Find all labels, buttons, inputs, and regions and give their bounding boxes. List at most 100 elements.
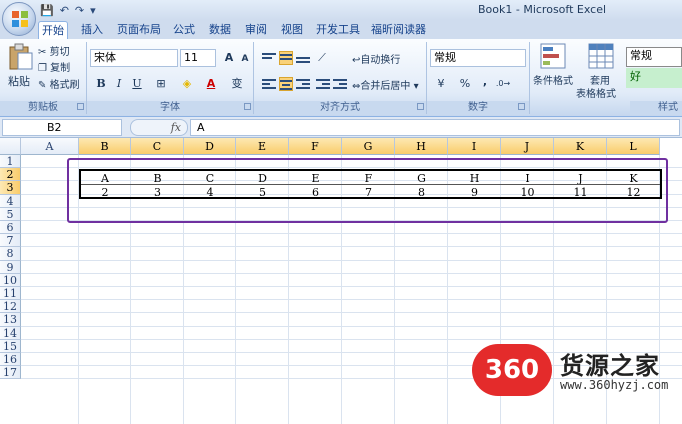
ribbon: 粘贴 ✂ 剪切 ❐ 复制 ✎ 格式刷 剪贴板 宋体 11 A A B I U ⊞… xyxy=(0,39,682,117)
row-header-2[interactable]: 2 xyxy=(0,168,21,182)
conditional-format-icon[interactable] xyxy=(540,43,566,69)
font-name-select[interactable]: 宋体 xyxy=(90,49,178,67)
comma-button[interactable]: , xyxy=(476,73,494,91)
paste-button[interactable]: 粘贴 xyxy=(8,73,30,89)
underline-button[interactable]: U xyxy=(128,75,146,93)
align-left-icon[interactable] xyxy=(262,77,276,91)
percent-button[interactable]: % xyxy=(456,75,474,93)
column-header-b[interactable]: B xyxy=(79,138,131,155)
column-header-d[interactable]: D xyxy=(184,138,236,155)
column-header-a[interactable]: A xyxy=(21,138,79,155)
grid-row-line xyxy=(21,259,682,261)
tab-home[interactable]: 开始 xyxy=(38,21,68,39)
column-header-g[interactable]: G xyxy=(342,138,395,155)
conditional-format-button[interactable]: 条件格式 xyxy=(533,72,573,87)
column-header-l[interactable]: L xyxy=(607,138,660,155)
row-header-3[interactable]: 3 xyxy=(0,181,21,195)
save-icon[interactable]: 💾 xyxy=(40,4,54,17)
paste-icon[interactable] xyxy=(8,43,34,71)
tab-review[interactable]: 审阅 xyxy=(242,21,270,39)
merge-center-button[interactable]: ⇔合并后居中 ▾ xyxy=(352,77,419,92)
row-header-16[interactable]: 16 xyxy=(0,353,21,367)
grid-row-line xyxy=(21,338,682,340)
cut-button[interactable]: ✂ 剪切 xyxy=(38,43,70,58)
table-format-button-line2[interactable]: 表格格式 xyxy=(576,85,616,100)
office-logo-icon xyxy=(12,11,28,27)
column-header-j[interactable]: J xyxy=(501,138,554,155)
alignment-dialog-launcher[interactable] xyxy=(417,103,424,110)
row-header-1[interactable]: 1 xyxy=(0,155,21,169)
undo-icon[interactable]: ↶ xyxy=(60,4,69,17)
watermark: 360 货源之家 www.360hyzj.com xyxy=(472,344,677,396)
row-header-15[interactable]: 15 xyxy=(0,339,21,353)
bold-button[interactable]: B xyxy=(92,75,110,93)
align-center-icon[interactable] xyxy=(279,77,293,91)
column-header-h[interactable]: H xyxy=(395,138,448,155)
tab-developer[interactable]: 开发工具 xyxy=(313,21,363,39)
name-box[interactable]: B2 xyxy=(2,119,122,136)
styles-group-label: 样式 xyxy=(630,101,682,115)
row-header-14[interactable]: 14 xyxy=(0,326,21,340)
grid-row-line xyxy=(21,233,682,235)
row-header-12[interactable]: 12 xyxy=(0,300,21,314)
align-right-icon[interactable] xyxy=(296,77,310,91)
tab-data[interactable]: 数据 xyxy=(206,21,234,39)
fill-color-button[interactable]: ◈ xyxy=(178,75,196,93)
column-header-k[interactable]: K xyxy=(554,138,607,155)
number-format-select[interactable]: 常规 xyxy=(430,49,526,67)
shrink-font-button[interactable]: A xyxy=(236,51,254,69)
border-icon: ⊞ xyxy=(156,77,166,90)
font-color-button[interactable]: A xyxy=(202,75,220,93)
tab-page-layout[interactable]: 页面布局 xyxy=(114,21,164,39)
tab-view[interactable]: 视图 xyxy=(278,21,306,39)
column-header-i[interactable]: I xyxy=(448,138,501,155)
column-header-f[interactable]: F xyxy=(289,138,342,155)
redo-icon[interactable]: ↷ xyxy=(75,4,84,17)
font-size-select[interactable]: 11 xyxy=(180,49,216,67)
column-header-c[interactable]: C xyxy=(131,138,184,155)
grid-row-line xyxy=(21,286,682,287)
row-header-7[interactable]: 7 xyxy=(0,234,21,248)
row-header-8[interactable]: 8 xyxy=(0,247,21,261)
row-header-6[interactable]: 6 xyxy=(0,221,21,235)
scissors-icon: ✂ xyxy=(38,47,47,58)
style-good[interactable]: 好 xyxy=(626,68,682,88)
copy-button[interactable]: ❐ 复制 xyxy=(38,59,70,74)
format-painter-button[interactable]: ✎ 格式刷 xyxy=(38,76,80,91)
currency-button[interactable]: ¥ xyxy=(432,75,450,93)
decrease-indent-icon[interactable] xyxy=(316,77,330,91)
increase-indent-icon[interactable] xyxy=(333,77,347,91)
office-button[interactable] xyxy=(2,2,36,36)
row-header-5[interactable]: 5 xyxy=(0,207,21,221)
align-top-icon[interactable] xyxy=(262,51,276,65)
style-normal[interactable]: 常规 xyxy=(626,47,682,67)
quick-access-toolbar: 💾 ↶ ↷ ▾ xyxy=(40,3,96,18)
row-header-13[interactable]: 13 xyxy=(0,313,21,327)
font-dialog-launcher[interactable] xyxy=(244,103,251,110)
phonetic-button[interactable]: 变 xyxy=(228,75,246,93)
qat-menu-icon[interactable]: ▾ xyxy=(90,4,96,17)
merge-center-label: 合并后居中 xyxy=(360,81,411,92)
number-dialog-launcher[interactable] xyxy=(518,103,525,110)
increase-decimal-button[interactable]: .0→ xyxy=(494,75,512,93)
wrap-text-button[interactable]: ↩自动换行 xyxy=(352,51,400,66)
row-header-10[interactable]: 10 xyxy=(0,273,21,287)
tab-formulas[interactable]: 公式 xyxy=(170,21,198,39)
formula-input[interactable]: A xyxy=(190,119,680,136)
row-header-17[interactable]: 17 xyxy=(0,366,21,380)
clipboard-dialog-launcher[interactable] xyxy=(77,103,84,110)
align-bottom-icon[interactable] xyxy=(296,51,310,65)
row-header-4[interactable]: 4 xyxy=(0,194,21,208)
row-header-11[interactable]: 11 xyxy=(0,287,21,301)
tab-insert[interactable]: 插入 xyxy=(78,21,106,39)
table-format-icon[interactable] xyxy=(588,43,614,69)
column-header-e[interactable]: E xyxy=(236,138,289,155)
tab-foxit[interactable]: 福昕阅读器 xyxy=(368,21,429,39)
insert-function-button[interactable]: fx xyxy=(130,119,188,136)
border-button[interactable]: ⊞ xyxy=(152,75,170,93)
row-header-9[interactable]: 9 xyxy=(0,260,21,274)
select-all-corner[interactable] xyxy=(0,138,21,155)
orientation-button[interactable]: ⟋ xyxy=(313,49,331,67)
align-middle-icon[interactable] xyxy=(279,51,293,65)
italic-button[interactable]: I xyxy=(110,75,128,93)
